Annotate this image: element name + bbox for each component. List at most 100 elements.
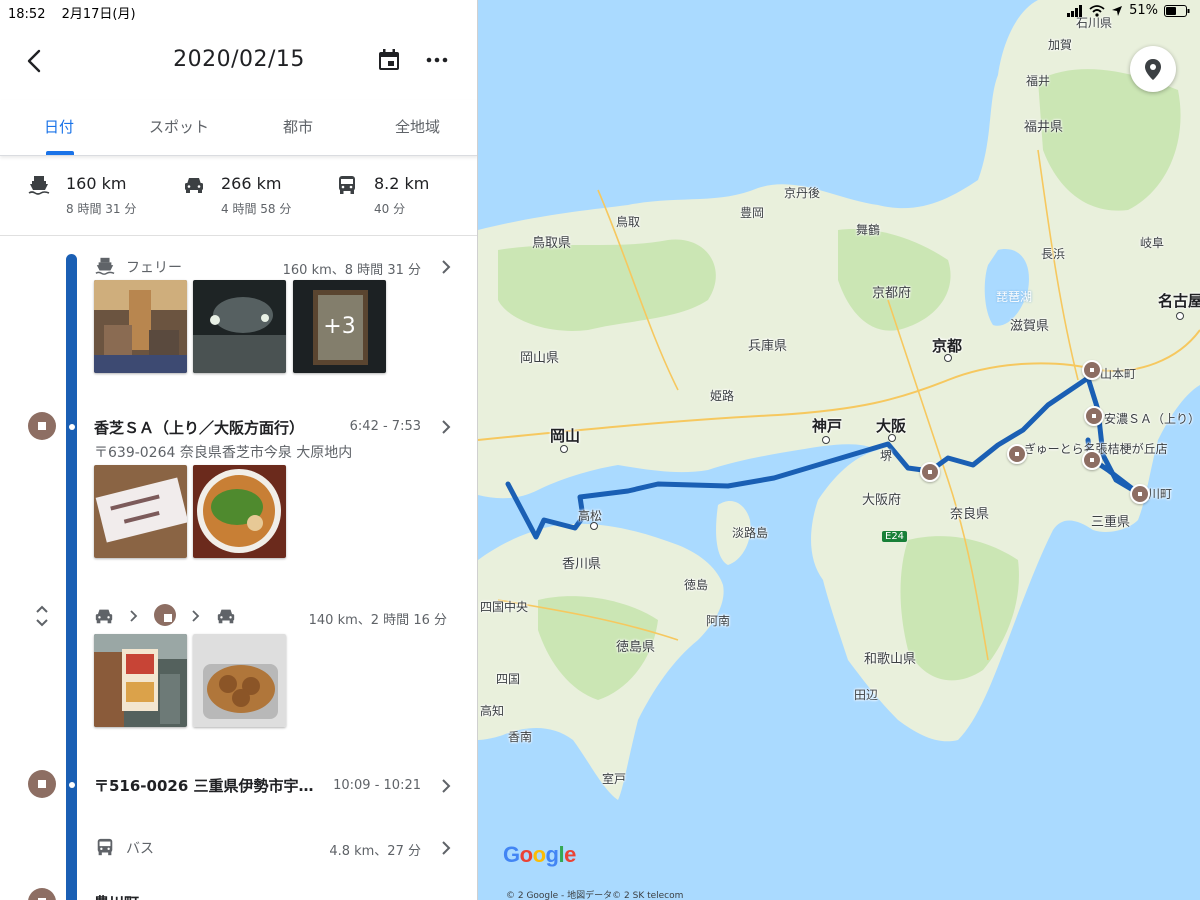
summary-distance: 160 km — [66, 174, 127, 193]
photo-image — [193, 280, 286, 373]
map-label: 岐阜 — [1140, 236, 1165, 250]
summary-distance: 266 km — [221, 174, 282, 193]
location-pin-button[interactable] — [1130, 46, 1176, 92]
map-label: 高松 — [578, 509, 603, 523]
place-title[interactable]: 豊川町 — [94, 892, 139, 900]
timeline-panel: 18:52 2月17日(月) 2020/02/15 日付 スポット 都市 全地域… — [0, 0, 478, 900]
photo-image — [94, 465, 187, 558]
tab-all-regions[interactable]: 全地域 — [395, 116, 440, 137]
map-label: 山本町 — [1100, 367, 1137, 381]
route-marker-icon[interactable] — [1082, 450, 1102, 470]
wifi-icon — [1089, 4, 1105, 17]
segment-meta: 160 km、8 時間 31 分 — [282, 263, 421, 278]
map-label: 豊岡 — [740, 206, 765, 220]
highway-shield: E24 — [882, 531, 908, 542]
more-options-button[interactable] — [424, 47, 450, 73]
map-label: 京都 — [932, 337, 963, 355]
map-label: 神戸 — [812, 417, 843, 435]
segment-meta: 4.8 km、27 分 — [329, 844, 421, 859]
route-marker-icon[interactable] — [920, 462, 940, 482]
place-time: 6:42 - 7:53 — [349, 419, 421, 434]
city-dot — [590, 522, 598, 530]
chevron-right-icon[interactable] — [439, 839, 453, 857]
bus-icon — [339, 176, 355, 194]
map-label: 室戸 — [602, 772, 627, 786]
map-label: 徳島 — [684, 578, 709, 592]
place-time: 10:09 - 10:21 — [333, 778, 421, 793]
car-icon — [95, 609, 113, 624]
photo-takoyaki[interactable] — [193, 634, 286, 727]
map-label: 岡山県 — [520, 351, 560, 366]
chevron-right-icon[interactable] — [439, 777, 453, 795]
day-summary: 160 km 8 時間 31 分 266 km 4 時間 58 分 8.2 km… — [0, 164, 477, 236]
photo-ferry-lounge[interactable] — [94, 280, 187, 373]
place-title[interactable]: 〒516-0026 三重県伊勢市宇… — [94, 775, 314, 796]
place-address: 〒639-0264 奈良県香芝市今泉 大原地内 — [94, 445, 353, 461]
route-marker-icon[interactable] — [1084, 406, 1104, 426]
bus-icon — [97, 838, 113, 856]
place-marker-icon — [28, 888, 56, 900]
map-label: 和歌山県 — [864, 652, 917, 667]
google-logo: Google — [503, 842, 576, 867]
map-label: 滋賀県 — [1010, 319, 1050, 334]
tab-indicator — [46, 151, 74, 155]
summary-distance: 8.2 km — [374, 174, 430, 193]
place-marker-icon — [28, 770, 56, 798]
tab-cities[interactable]: 都市 — [283, 116, 313, 137]
calendar-button[interactable] — [376, 47, 402, 73]
timeline-bar — [66, 254, 77, 900]
chevron-right-icon — [192, 610, 200, 622]
map-label: 大阪府 — [862, 493, 902, 508]
photo-ramen[interactable] — [193, 465, 286, 558]
city-dot — [1176, 312, 1184, 320]
place-title[interactable]: 香芝ＳＡ（上り／大阪方面行） — [94, 417, 304, 438]
segment-meta: 140 km、2 時間 16 分 — [308, 613, 447, 628]
car-icon — [217, 609, 235, 624]
summary-duration: 40 分 — [374, 202, 406, 216]
map-label: 堺 — [880, 449, 893, 463]
route-marker-icon[interactable] — [1082, 360, 1102, 380]
map-label: 奈良県 — [950, 507, 990, 522]
location-pin-icon — [1145, 59, 1161, 80]
route-marker-icon[interactable] — [1007, 444, 1027, 464]
route-marker-icon[interactable] — [1130, 484, 1150, 504]
map-label: 福井 — [1026, 74, 1051, 88]
more-photos-count: +3 — [293, 280, 386, 373]
map-label: 舞鶴 — [856, 223, 881, 237]
map-label: 琵琶湖 — [996, 290, 1033, 304]
signal-icon — [1067, 4, 1083, 17]
ferry-icon — [95, 257, 115, 275]
status-time: 18:52 — [8, 7, 46, 22]
map-label: 徳島県 — [616, 640, 656, 655]
map-label: 香南 — [508, 730, 533, 744]
map-view[interactable]: 石川県 加賀 福井 福井県 京丹後 豊岡 鳥取 鳥取県 舞鶴 長浜 岐阜 名古屋… — [478, 0, 1200, 900]
more-horiz-icon — [426, 57, 448, 63]
location-arrow-icon — [1112, 5, 1123, 16]
map-label: 加賀 — [1048, 38, 1073, 52]
chevron-right-icon — [130, 610, 138, 622]
photo-image — [94, 634, 187, 727]
map-label: 四国 — [496, 672, 521, 686]
map-label: 淡路島 — [732, 526, 769, 540]
status-bar-left: 18:52 2月17日(月) — [8, 3, 148, 22]
tab-date[interactable]: 日付 — [44, 116, 74, 137]
tab-spots[interactable]: スポット — [149, 116, 209, 137]
map-label: 岡山 — [550, 427, 581, 445]
photo-ferry-schedule[interactable]: +3 — [293, 280, 386, 373]
calendar-icon — [379, 49, 399, 70]
place-marker-icon — [154, 604, 176, 626]
photo-parking-ticket[interactable] — [94, 465, 187, 558]
header: 2020/02/15 — [0, 36, 477, 86]
ferry-icon — [28, 176, 50, 195]
photo-ferry-deck-night[interactable] — [193, 280, 286, 373]
city-dot — [944, 354, 952, 362]
chevron-right-icon[interactable] — [439, 258, 453, 276]
status-bar-right: 51% — [1067, 3, 1190, 18]
city-dot — [560, 445, 568, 453]
map-label: 四国中央 — [480, 600, 529, 614]
chevron-right-icon[interactable] — [439, 418, 453, 436]
photo-shop-sign[interactable] — [94, 634, 187, 727]
tab-bar: 日付 スポット 都市 全地域 — [0, 100, 477, 156]
expand-collapse-icon[interactable] — [33, 602, 51, 630]
battery-icon — [1164, 4, 1190, 17]
